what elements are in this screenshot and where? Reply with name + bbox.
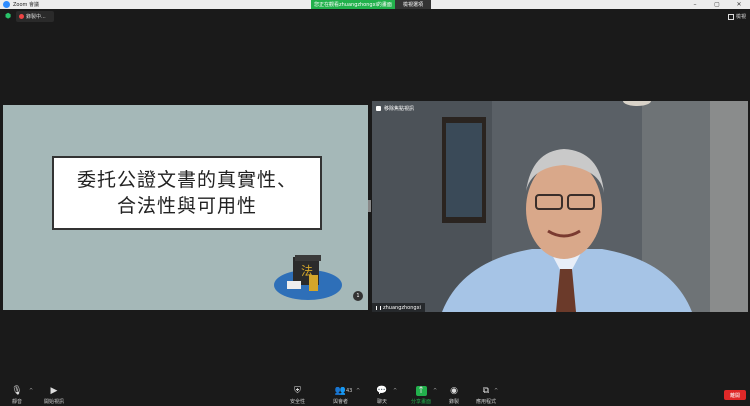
meeting-toolbar [0, 383, 750, 406]
record-dot-icon [19, 14, 24, 19]
meeting-top-bar [0, 9, 750, 23]
speaker-video-frame [372, 101, 748, 312]
participants-count: 43 [346, 388, 353, 394]
spotlight-text: 移除焦點視訊 [384, 106, 415, 112]
video-button[interactable]: ▶ 開始視訊 [44, 386, 64, 405]
apps-button[interactable]: ⧉ 應用程式 [476, 386, 496, 405]
share-screen-label: 分享畫面 [411, 399, 432, 405]
record-button[interactable]: ◉ 錄製 [449, 386, 459, 405]
apps-chevron-icon[interactable]: ^ [494, 388, 498, 394]
shield-icon[interactable]: ⬢ [5, 12, 12, 20]
record-icon: ◉ [450, 386, 458, 396]
view-options-button[interactable]: 檢視選項 [395, 0, 431, 9]
record-label: 錄製 [449, 399, 460, 405]
participants-label: 與會者 [333, 399, 349, 405]
participants-icon: 👥 [334, 386, 347, 396]
participant-name-tag: zhuangzhongxi [372, 303, 425, 312]
pin-icon [376, 106, 381, 111]
split-drag-handle[interactable] [368, 200, 371, 212]
chat-icon: 💬 [376, 386, 388, 396]
view-label: 檢視 [735, 14, 746, 20]
slide-page-number: 1 [353, 291, 363, 301]
security-button[interactable]: ⛨ 安全性 [290, 386, 305, 405]
window-controls: – ▢ ✕ [684, 0, 750, 9]
participant-name: zhuangzhongxi [383, 304, 421, 311]
recording-label: 錄製中... [26, 14, 46, 20]
recording-indicator[interactable]: 錄製中... [16, 11, 54, 22]
security-label: 安全性 [290, 399, 306, 405]
minimize-icon[interactable]: – [684, 0, 706, 9]
spotlight-label[interactable]: 移除焦點視訊 [376, 104, 414, 113]
share-screen-icon: ↑ [415, 386, 427, 396]
security-icon: ⛨ [294, 386, 301, 396]
law-book-illustration: 法 [274, 255, 342, 300]
chat-label: 聊天 [377, 399, 388, 405]
signal-icon [376, 305, 381, 310]
shared-slide: 委托公證文書的真實性、 合法性與可用性 法 1 [3, 105, 368, 310]
video-label: 開始視訊 [44, 399, 65, 405]
slide-title-line-2: 合法性與可用性 [116, 195, 257, 217]
apps-label: 應用程式 [476, 399, 497, 405]
slide-title-line-1: 委托公證文書的真實性、 [76, 169, 297, 191]
view-button[interactable]: 檢視 [727, 11, 746, 22]
apps-icon: ⧉ [482, 386, 490, 396]
participants-chevron-icon[interactable]: ^ [356, 388, 360, 394]
camera-off-icon: ▶ [50, 386, 58, 396]
speaker-video[interactable]: 移除焦點視訊 zhuangzhongxi [372, 101, 748, 312]
window-title: Zoom 會議 [13, 2, 40, 8]
slide-title-box: 委托公證文書的真實性、 合法性與可用性 [52, 156, 322, 230]
audio-options-chevron-icon[interactable]: ^ [29, 388, 33, 394]
grid-view-icon [727, 13, 734, 20]
microphone-icon: 🎙 [11, 386, 23, 396]
screen-share-banner: 您正在觀看zhuangzhongxi的畫面 [311, 0, 395, 9]
chat-button[interactable]: 💬 聊天 [376, 386, 388, 405]
maximize-icon[interactable]: ▢ [706, 0, 728, 9]
audio-button[interactable]: 🎙 靜音 [11, 386, 23, 405]
chat-chevron-icon[interactable]: ^ [393, 388, 397, 394]
share-screen-button[interactable]: ↑ 分享畫面 [411, 386, 431, 405]
close-icon[interactable]: ✕ [728, 0, 750, 9]
leave-meeting-button[interactable]: 離開 [724, 390, 746, 400]
audio-label: 靜音 [12, 399, 23, 405]
share-chevron-icon[interactable]: ^ [433, 388, 437, 394]
zoom-logo-icon [3, 1, 10, 8]
